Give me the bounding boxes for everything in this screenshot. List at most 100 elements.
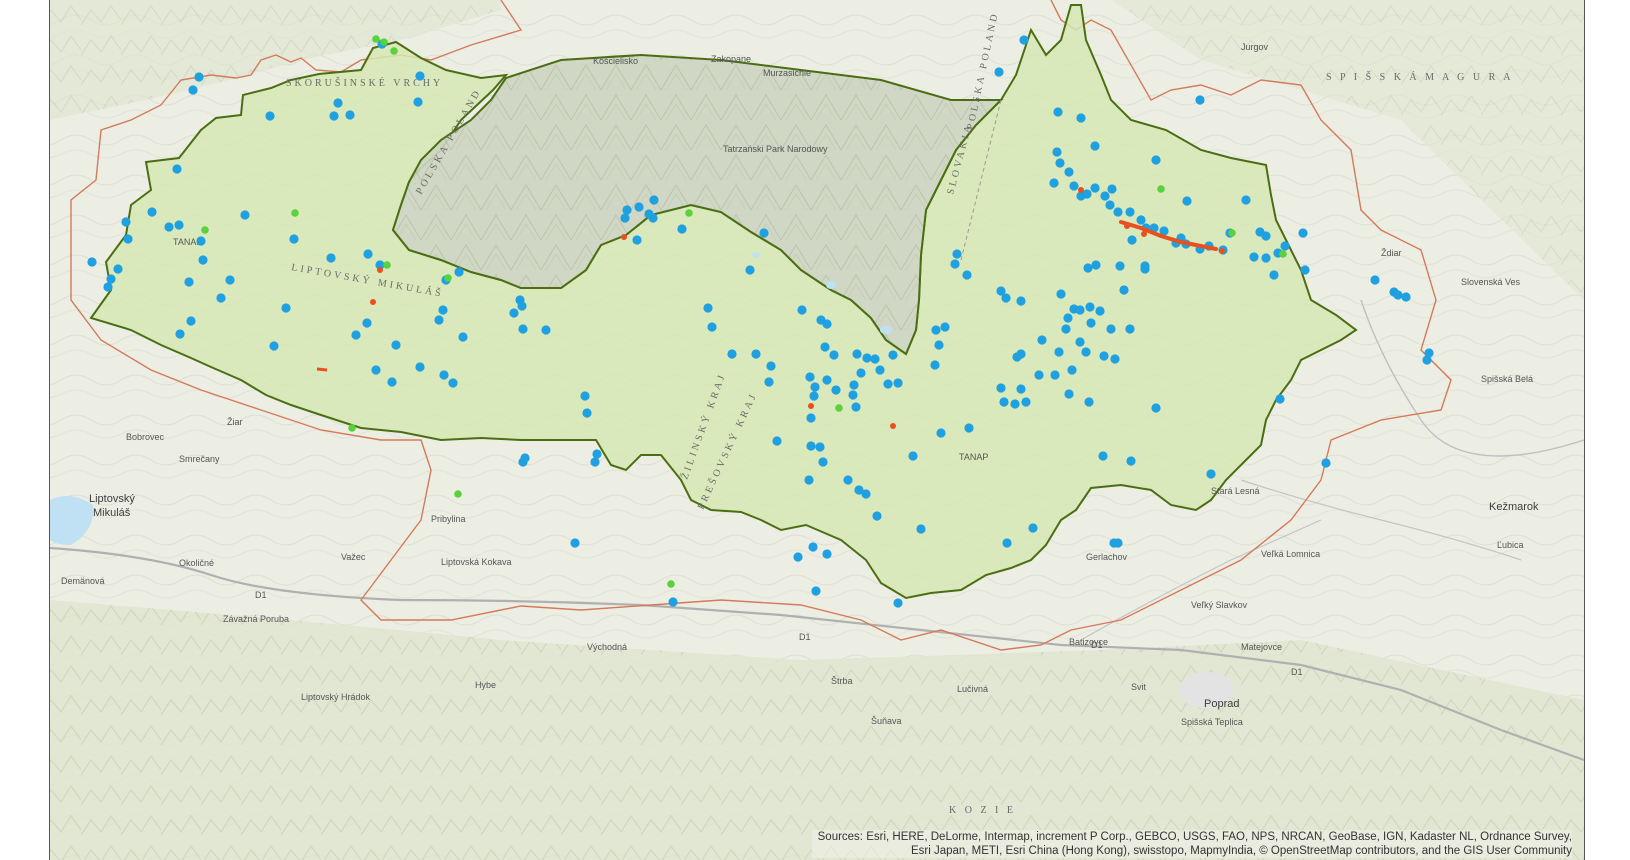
observation-point-blue[interactable] xyxy=(333,98,343,108)
observation-point-blue[interactable] xyxy=(1275,394,1285,404)
observation-point-blue[interactable] xyxy=(1049,178,1059,188)
observation-point-blue[interactable] xyxy=(1300,265,1310,275)
observation-point-blue[interactable] xyxy=(580,391,590,401)
observation-point-blue[interactable] xyxy=(822,549,832,559)
observation-point-blue[interactable] xyxy=(413,97,423,107)
observation-point-blue[interactable] xyxy=(999,397,1009,407)
observation-point-blue[interactable] xyxy=(1269,270,1279,280)
observation-point-blue[interactable] xyxy=(1086,318,1096,328)
observation-point-blue[interactable] xyxy=(387,377,397,387)
observation-point-blue[interactable] xyxy=(1105,200,1115,210)
observation-point-blue[interactable] xyxy=(809,391,819,401)
observation-point-blue[interactable] xyxy=(764,377,774,387)
observation-point-green[interactable] xyxy=(291,209,299,217)
observation-point-blue[interactable] xyxy=(194,72,204,82)
observation-point-blue[interactable] xyxy=(620,213,630,223)
observation-point-blue[interactable] xyxy=(1090,141,1100,151)
observation-point-green[interactable] xyxy=(685,209,693,217)
observation-point-green[interactable] xyxy=(372,35,380,43)
observation-point-blue[interactable] xyxy=(186,316,196,326)
observation-point-blue[interactable] xyxy=(198,255,208,265)
observation-point-blue[interactable] xyxy=(936,428,946,438)
observation-point-blue[interactable] xyxy=(391,340,401,350)
observation-point-blue[interactable] xyxy=(1113,538,1123,548)
observation-point-blue[interactable] xyxy=(622,205,632,215)
observation-point-blue[interactable] xyxy=(1081,347,1091,357)
observation-point-blue[interactable] xyxy=(931,325,941,335)
observation-point-blue[interactable] xyxy=(1099,351,1109,361)
observation-point-red[interactable] xyxy=(890,423,896,429)
observation-point-blue[interactable] xyxy=(1016,384,1026,394)
observation-point-blue[interactable] xyxy=(1090,183,1100,193)
observation-point-green[interactable] xyxy=(1279,250,1287,258)
observation-point-blue[interactable] xyxy=(1037,335,1047,345)
observation-point-blue[interactable] xyxy=(1151,403,1161,413)
observation-point-red[interactable] xyxy=(808,403,814,409)
observation-point-blue[interactable] xyxy=(240,210,250,220)
observation-point-blue[interactable] xyxy=(1028,523,1038,533)
observation-point-blue[interactable] xyxy=(964,423,974,433)
observation-point-blue[interactable] xyxy=(1298,228,1308,238)
observation-point-blue[interactable] xyxy=(1050,370,1060,380)
observation-point-blue[interactable] xyxy=(1280,241,1290,251)
observation-point-blue[interactable] xyxy=(439,370,449,380)
observation-point-red[interactable] xyxy=(1219,248,1225,254)
observation-point-blue[interactable] xyxy=(1055,158,1065,168)
observation-point-blue[interactable] xyxy=(362,318,372,328)
observation-point-blue[interactable] xyxy=(818,457,828,467)
observation-point-blue[interactable] xyxy=(996,383,1006,393)
observation-point-blue[interactable] xyxy=(1010,399,1020,409)
observation-point-red[interactable] xyxy=(1078,187,1084,193)
observation-point-blue[interactable] xyxy=(1136,215,1146,225)
observation-point-blue[interactable] xyxy=(590,457,600,467)
observation-point-blue[interactable] xyxy=(351,330,361,340)
observation-point-blue[interactable] xyxy=(1113,207,1123,217)
observation-point-blue[interactable] xyxy=(1064,167,1074,177)
observation-point-blue[interactable] xyxy=(1110,354,1120,364)
observation-point-blue[interactable] xyxy=(1075,337,1085,347)
observation-point-blue[interactable] xyxy=(1393,290,1403,300)
observation-point-green[interactable] xyxy=(1157,185,1165,193)
observation-point-blue[interactable] xyxy=(87,257,97,267)
observation-point-blue[interactable] xyxy=(952,249,962,259)
observation-point-blue[interactable] xyxy=(518,324,528,334)
observation-point-blue[interactable] xyxy=(1034,370,1044,380)
observation-point-blue[interactable] xyxy=(727,349,737,359)
observation-point-blue[interactable] xyxy=(806,413,816,423)
observation-point-blue[interactable] xyxy=(289,234,299,244)
observation-point-blue[interactable] xyxy=(759,228,769,238)
observation-point-blue[interactable] xyxy=(888,350,898,360)
observation-point-blue[interactable] xyxy=(1002,538,1012,548)
observation-point-green[interactable] xyxy=(444,274,452,282)
observation-point-blue[interactable] xyxy=(454,267,464,277)
observation-point-blue[interactable] xyxy=(184,277,194,287)
observation-point-red[interactable] xyxy=(621,234,627,240)
observation-point-blue[interactable] xyxy=(870,354,880,364)
map-frame[interactable]: Kościelisko Zakopane Tatrzański Park Nar… xyxy=(49,0,1585,860)
observation-point-blue[interactable] xyxy=(1085,302,1095,312)
observation-point-red[interactable] xyxy=(1141,231,1147,237)
observation-point-blue[interactable] xyxy=(345,110,355,120)
observation-point-blue[interactable] xyxy=(1241,195,1251,205)
observation-point-blue[interactable] xyxy=(570,538,580,548)
observation-point-blue[interactable] xyxy=(872,511,882,521)
observation-point-blue[interactable] xyxy=(329,111,339,121)
observation-point-blue[interactable] xyxy=(1119,285,1129,295)
observation-point-blue[interactable] xyxy=(1125,324,1135,334)
observation-point-blue[interactable] xyxy=(822,375,832,385)
map-canvas[interactable]: Kościelisko Zakopane Tatrzański Park Nar… xyxy=(50,0,1584,860)
observation-point-blue[interactable] xyxy=(849,380,859,390)
observation-point-blue[interactable] xyxy=(950,259,960,269)
observation-point-blue[interactable] xyxy=(448,378,458,388)
observation-point-blue[interactable] xyxy=(1206,469,1216,479)
observation-point-blue[interactable] xyxy=(1052,147,1062,157)
observation-point-green[interactable] xyxy=(667,580,675,588)
observation-point-blue[interactable] xyxy=(1106,324,1116,334)
observation-point-blue[interactable] xyxy=(703,303,713,313)
observation-point-blue[interactable] xyxy=(861,489,871,499)
observation-track-red[interactable] xyxy=(316,367,328,372)
observation-point-red[interactable] xyxy=(377,267,383,273)
observation-point-blue[interactable] xyxy=(831,385,841,395)
observation-point-blue[interactable] xyxy=(1069,181,1079,191)
observation-point-blue[interactable] xyxy=(862,353,872,363)
